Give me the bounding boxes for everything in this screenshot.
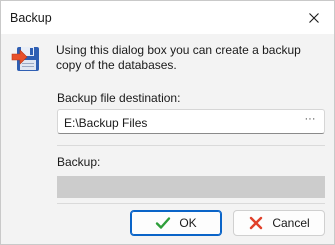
destination-value: E:\Backup Files bbox=[64, 116, 148, 130]
separator bbox=[57, 203, 325, 204]
close-icon bbox=[306, 10, 322, 26]
title-bar[interactable]: Backup bbox=[1, 1, 334, 34]
ok-button[interactable]: OK bbox=[130, 210, 222, 236]
cancel-label: Cancel bbox=[272, 216, 310, 230]
backup-dialog: Backup Using this dialog box you can cre… bbox=[0, 0, 335, 245]
x-icon bbox=[248, 215, 264, 231]
cancel-button[interactable]: Cancel bbox=[233, 210, 325, 236]
floppy-disk-arrow-icon bbox=[11, 43, 41, 73]
ok-label: OK bbox=[179, 216, 197, 230]
backup-progress-bar bbox=[57, 176, 325, 198]
destination-label: Backup file destination: bbox=[57, 91, 181, 105]
checkmark-icon bbox=[155, 215, 171, 231]
close-button[interactable] bbox=[294, 1, 334, 34]
browse-button[interactable]: ··· bbox=[300, 113, 320, 130]
separator bbox=[57, 145, 325, 146]
destination-field[interactable]: E:\Backup Files ··· bbox=[57, 109, 325, 134]
dialog-body: Using this dialog box you can create a b… bbox=[1, 34, 334, 244]
window-title: Backup bbox=[10, 11, 52, 25]
backup-label: Backup: bbox=[57, 155, 101, 169]
intro-text: Using this dialog box you can create a b… bbox=[56, 43, 301, 72]
